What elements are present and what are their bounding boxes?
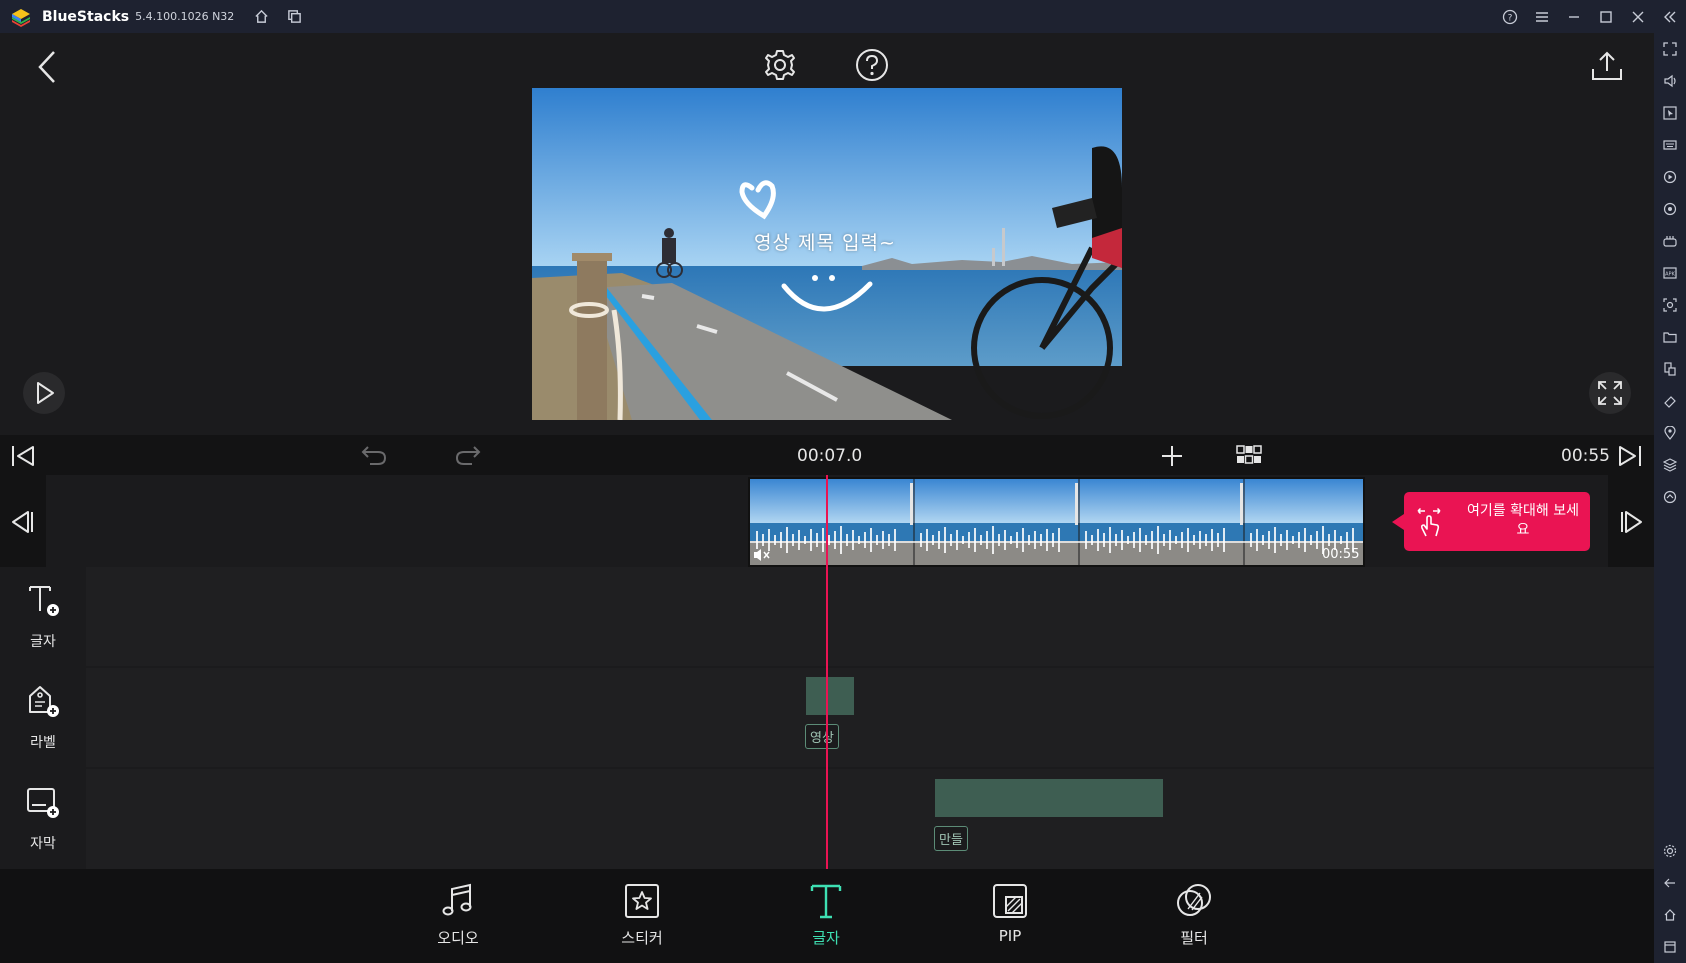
subtitle-add-icon bbox=[27, 788, 59, 818]
location-icon[interactable] bbox=[1662, 425, 1678, 441]
skip-to-end-icon[interactable] bbox=[1617, 444, 1643, 468]
clip-duration: 00:55 bbox=[1322, 547, 1360, 562]
music-note-icon bbox=[442, 883, 472, 916]
android-home-icon[interactable] bbox=[1662, 907, 1678, 923]
subtitle-clip[interactable] bbox=[935, 779, 1163, 817]
fullscreen-icon[interactable] bbox=[1662, 41, 1678, 57]
tool-audio-label: 오디오 bbox=[437, 929, 479, 947]
zoom-hint-tooltip[interactable]: 여기를 확대해 보세요 bbox=[1392, 492, 1590, 551]
minimize-icon[interactable] bbox=[1558, 10, 1590, 24]
share-export-icon[interactable] bbox=[1590, 49, 1624, 83]
home-icon[interactable] bbox=[254, 9, 269, 24]
redo-icon[interactable] bbox=[454, 443, 482, 467]
help-icon[interactable]: ? bbox=[1494, 9, 1526, 25]
tool-pip[interactable]: PIP bbox=[950, 869, 1070, 963]
label-track-row[interactable] bbox=[86, 668, 1654, 767]
back-arrow-icon[interactable] bbox=[1662, 875, 1678, 891]
total-time: 00:55 bbox=[1561, 446, 1610, 466]
pointer-icon[interactable] bbox=[1662, 105, 1678, 121]
subtitle-track-row[interactable] bbox=[86, 769, 1654, 869]
multi-window-icon[interactable] bbox=[1662, 361, 1678, 377]
tool-filter-label: 필터 bbox=[1180, 929, 1208, 947]
svg-text:?: ? bbox=[1508, 13, 1513, 23]
video-editor-app: 영상 제목 입력~ 00:07.0 00:55 00:55 여기를 확대해 보세… bbox=[0, 33, 1654, 963]
folder-icon[interactable] bbox=[1662, 329, 1678, 345]
screenshot-icon[interactable] bbox=[1662, 297, 1678, 313]
clip-thumbnails bbox=[750, 479, 1363, 565]
expand-preview-icon[interactable] bbox=[1588, 371, 1632, 415]
track-label-label: 라벨 bbox=[30, 735, 56, 751]
settings-icon[interactable] bbox=[1662, 843, 1678, 859]
bluestacks-sidebar: APK bbox=[1654, 33, 1686, 963]
sticker-star-icon bbox=[625, 884, 659, 918]
pip-icon bbox=[993, 884, 1027, 918]
track-label-subtitle: 자막 bbox=[30, 836, 56, 852]
volume-icon[interactable] bbox=[1662, 73, 1678, 89]
pinch-gesture-icon bbox=[1417, 507, 1441, 537]
bluestacks-logo-icon bbox=[12, 8, 30, 27]
label-clip-tag[interactable]: 영상 bbox=[805, 724, 839, 749]
tool-sticker-label: 스티커 bbox=[621, 929, 663, 947]
label-add-icon bbox=[29, 686, 59, 717]
undo-icon[interactable] bbox=[360, 443, 388, 467]
multi-instance-icon[interactable] bbox=[287, 9, 302, 24]
grid-layout-icon[interactable] bbox=[1236, 445, 1262, 465]
menu-icon[interactable] bbox=[1526, 10, 1558, 24]
app-version: 5.4.100.1026 N32 bbox=[135, 10, 235, 23]
zoom-hint-text: 여기를 확대해 보세요 bbox=[1467, 503, 1579, 538]
subtitle-clip-tag[interactable]: 만들 bbox=[934, 826, 968, 851]
bottom-toolbar: 오디오 스티커 글자 PIP 필터 bbox=[0, 869, 1654, 963]
keyboard-icon[interactable] bbox=[1662, 137, 1678, 153]
tool-audio[interactable]: 오디오 bbox=[398, 869, 518, 963]
recent-apps-icon[interactable] bbox=[1662, 939, 1678, 955]
tool-filter[interactable]: 필터 bbox=[1134, 869, 1254, 963]
label-clip[interactable] bbox=[806, 677, 854, 715]
skip-to-start-icon[interactable] bbox=[10, 444, 36, 468]
current-time: 00:07.0 bbox=[797, 446, 863, 466]
track-subtitle[interactable]: 자막 bbox=[0, 769, 86, 869]
track-text[interactable]: 글자 bbox=[0, 567, 86, 666]
video-clip-strip[interactable]: 00:55 bbox=[748, 477, 1365, 567]
sync-icon[interactable] bbox=[1662, 489, 1678, 505]
macro-record-icon[interactable] bbox=[1662, 169, 1678, 185]
apk-install-icon[interactable]: APK bbox=[1662, 265, 1678, 281]
timeline-controls-bar: 00:07.0 00:55 bbox=[0, 435, 1654, 475]
layers-icon[interactable] bbox=[1662, 457, 1678, 473]
tool-pip-label: PIP bbox=[998, 927, 1022, 945]
track-label[interactable]: 라벨 bbox=[0, 668, 86, 767]
app-name: BlueStacks bbox=[42, 8, 130, 25]
gear-icon[interactable] bbox=[763, 48, 797, 82]
text-track-row[interactable] bbox=[86, 567, 1654, 666]
tool-text-label: 글자 bbox=[812, 929, 840, 947]
window-titlebar: BlueStacks 5.4.100.1026 N32 ? bbox=[0, 0, 1686, 33]
back-chevron-icon[interactable] bbox=[34, 49, 62, 85]
eraser-icon[interactable] bbox=[1662, 393, 1678, 409]
video-title-overlay[interactable]: 영상 제목 입력~ bbox=[754, 228, 896, 255]
maximize-icon[interactable] bbox=[1590, 10, 1622, 24]
tool-sticker[interactable]: 스티커 bbox=[582, 869, 702, 963]
rotate-icon[interactable] bbox=[1662, 201, 1678, 217]
track-label-text: 글자 bbox=[30, 634, 56, 650]
play-button[interactable] bbox=[22, 371, 66, 415]
collapse-sidebar-icon[interactable] bbox=[1654, 10, 1686, 24]
close-icon[interactable] bbox=[1622, 10, 1654, 24]
preview-area: 영상 제목 입력~ bbox=[0, 33, 1654, 435]
tool-text[interactable]: 글자 bbox=[766, 869, 886, 963]
filter-icon bbox=[1177, 884, 1211, 916]
help-circle-icon[interactable] bbox=[855, 48, 889, 82]
gamepad-icon[interactable] bbox=[1662, 233, 1678, 249]
text-t-icon bbox=[810, 884, 842, 919]
mute-icon[interactable] bbox=[753, 547, 771, 563]
video-preview[interactable]: 영상 제목 입력~ bbox=[532, 88, 1122, 420]
svg-text:APK: APK bbox=[1665, 272, 1675, 278]
add-clip-icon[interactable] bbox=[1160, 444, 1184, 468]
text-add-icon bbox=[29, 586, 59, 616]
playhead-line[interactable] bbox=[826, 475, 828, 870]
prev-frame-button[interactable] bbox=[0, 475, 46, 567]
next-frame-button[interactable] bbox=[1608, 475, 1654, 567]
